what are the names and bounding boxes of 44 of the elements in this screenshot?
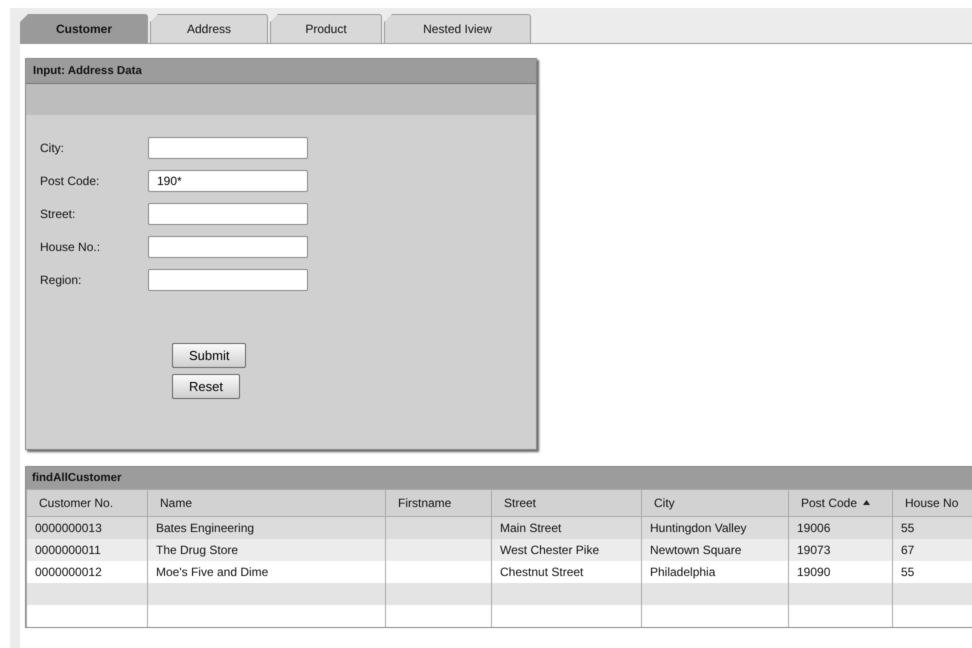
input-field[interactable]: [148, 202, 308, 224]
table-cell: Main Street: [500, 520, 562, 535]
column-header[interactable]: Firstname: [386, 490, 492, 516]
table-cell: Moe's Five and Dime: [156, 564, 268, 578]
table-cell: Bates Engineering: [156, 520, 254, 535]
field-label: Post Code:: [40, 174, 100, 188]
table-cell: 0000000013: [35, 520, 102, 535]
table-cell: West Chester Pike: [500, 542, 600, 556]
tab[interactable]: Customer: [20, 14, 148, 43]
table-cell: Chestnut Street: [500, 564, 584, 578]
field-label: House No.:: [40, 240, 102, 254]
input-field[interactable]: [148, 136, 308, 158]
panel-title: Input: Address Data: [26, 59, 536, 84]
input-field[interactable]: 190*: [148, 170, 308, 192]
table-cell: The Drug Store: [156, 542, 238, 556]
field-label: City:: [40, 140, 65, 154]
table-cell: 19073: [797, 542, 830, 556]
table-cell: 0000000011: [35, 542, 101, 556]
column-header[interactable]: Street: [492, 490, 642, 516]
input-field[interactable]: [148, 268, 308, 290]
reset-button[interactable]: Reset: [172, 374, 240, 399]
table-title: findAllCustomer: [26, 467, 972, 489]
field-label: Street:: [40, 206, 76, 220]
table-cell: 19090: [797, 564, 830, 578]
table-cell: 0000000012: [35, 564, 102, 578]
tab[interactable]: Product: [270, 14, 382, 43]
tab[interactable]: Address: [150, 14, 268, 43]
column-header[interactable]: Customer No.: [26, 490, 148, 516]
field-label: Region:: [40, 272, 82, 286]
table-cell: Philadelphia: [650, 564, 716, 578]
table-cell: 55: [901, 520, 914, 535]
tab[interactable]: Nested Iview: [384, 14, 531, 43]
table-cell: Newtown Square: [650, 542, 742, 556]
column-header[interactable]: Name: [148, 490, 386, 516]
table-cell: 55: [901, 564, 914, 578]
sort-ascending-icon: [863, 500, 870, 505]
column-header[interactable]: Post Code: [788, 490, 892, 516]
table-cell: Huntingdon Valley: [650, 520, 747, 535]
column-header[interactable]: City: [642, 490, 788, 516]
table-cell: 67: [901, 542, 914, 556]
table-cell: 19006: [797, 520, 830, 535]
column-header[interactable]: House No: [892, 490, 972, 516]
input-field[interactable]: [148, 236, 308, 258]
submit-button[interactable]: Submit: [172, 343, 246, 368]
